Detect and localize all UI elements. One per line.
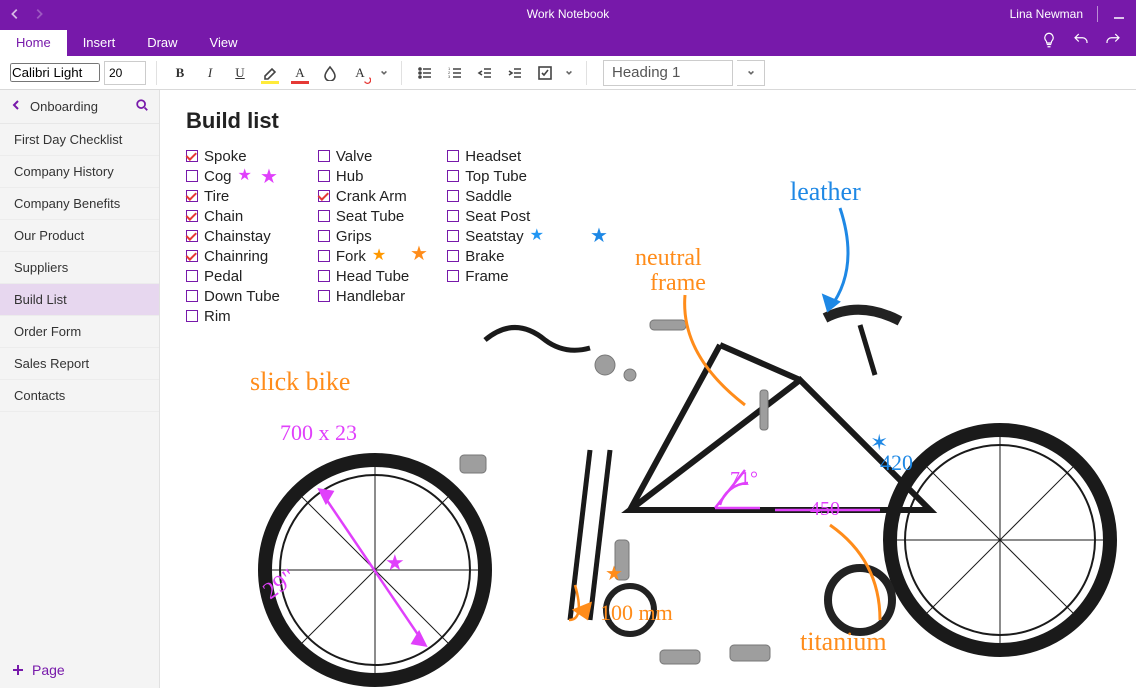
sidebar-page-item[interactable]: Contacts <box>0 380 159 412</box>
svg-text:29": 29" <box>259 564 302 605</box>
window-title: Work Notebook <box>527 7 609 21</box>
minimize-button[interactable] <box>1112 7 1126 21</box>
svg-text:leather: leather <box>790 177 861 206</box>
section-header: Onboarding <box>0 90 159 124</box>
bullet-list-button[interactable] <box>412 60 438 86</box>
sidebar-page-item[interactable]: Company History <box>0 156 159 188</box>
ribbon-home: B I U A A 123 Heading 1 <box>0 56 1136 90</box>
tab-draw[interactable]: Draw <box>131 30 193 56</box>
sidebar-page-item[interactable]: Sales Report <box>0 348 159 380</box>
italic-button[interactable]: I <box>197 60 223 86</box>
heading-style-picker[interactable]: Heading 1 <box>603 60 733 86</box>
svg-text:★: ★ <box>260 166 278 188</box>
font-size-input[interactable] <box>104 61 146 85</box>
svg-text:★: ★ <box>410 243 428 265</box>
font-more-dropdown[interactable] <box>377 69 391 77</box>
nav-forward-button[interactable] <box>32 7 46 21</box>
lightbulb-icon[interactable] <box>1040 31 1058 52</box>
svg-text:700 x 23: 700 x 23 <box>280 420 357 445</box>
tab-view[interactable]: View <box>194 30 254 56</box>
underline-button[interactable]: U <box>227 60 253 86</box>
clear-formatting-button[interactable]: A <box>347 60 373 86</box>
highlight-button[interactable] <box>257 60 283 86</box>
section-back-button[interactable] <box>10 99 22 114</box>
svg-text:neutral: neutral <box>635 245 702 271</box>
add-page-button[interactable]: Page <box>0 652 159 688</box>
divider <box>1097 6 1098 22</box>
redo-button[interactable] <box>1104 31 1122 52</box>
svg-text:★: ★ <box>385 550 405 575</box>
sidebar-page-item[interactable]: Company Benefits <box>0 188 159 220</box>
bold-button[interactable]: B <box>167 60 193 86</box>
svg-text:✶: ✶ <box>870 430 888 455</box>
search-button[interactable] <box>135 98 149 115</box>
heading-style-dropdown[interactable] <box>737 60 765 86</box>
note-canvas[interactable]: Build list SpokeCog★TireChainChainstayCh… <box>160 90 1136 688</box>
sidebar-page-item[interactable]: Build List <box>0 284 159 316</box>
add-page-label: Page <box>32 662 65 678</box>
page-list-sidebar: Onboarding First Day ChecklistCompany Hi… <box>0 90 160 688</box>
undo-button[interactable] <box>1072 31 1090 52</box>
todo-tag-button[interactable] <box>532 60 558 86</box>
svg-text:3: 3 <box>448 74 451 79</box>
indent-button[interactable] <box>502 60 528 86</box>
svg-text:titanium: titanium <box>800 627 887 656</box>
svg-text:★: ★ <box>605 563 623 585</box>
svg-text:★: ★ <box>590 225 608 247</box>
ink-color-button[interactable] <box>317 60 343 86</box>
svg-text:frame: frame <box>650 270 706 296</box>
paragraph-more-dropdown[interactable] <box>562 69 576 77</box>
user-name[interactable]: Lina Newman <box>1010 7 1083 21</box>
ribbon-tabs: Home Insert Draw View <box>0 28 1136 56</box>
outdent-button[interactable] <box>472 60 498 86</box>
sidebar-page-item[interactable]: First Day Checklist <box>0 124 159 156</box>
title-bar: Work Notebook Lina Newman <box>0 0 1136 28</box>
nav-back-button[interactable] <box>8 7 22 21</box>
sidebar-page-item[interactable]: Our Product <box>0 220 159 252</box>
numbered-list-button[interactable]: 123 <box>442 60 468 86</box>
section-title[interactable]: Onboarding <box>30 99 127 114</box>
font-name-input[interactable] <box>10 63 100 82</box>
tab-insert[interactable]: Insert <box>67 30 132 56</box>
font-color-button[interactable]: A <box>287 60 313 86</box>
svg-text:100 mm: 100 mm <box>600 600 673 625</box>
tab-home[interactable]: Home <box>0 30 67 56</box>
svg-text:slick bike: slick bike <box>250 367 350 396</box>
sidebar-page-item[interactable]: Order Form <box>0 316 159 348</box>
sidebar-page-item[interactable]: Suppliers <box>0 252 159 284</box>
ink-annotations: slick bike neutral frame 100 mm titanium… <box>160 90 1136 688</box>
